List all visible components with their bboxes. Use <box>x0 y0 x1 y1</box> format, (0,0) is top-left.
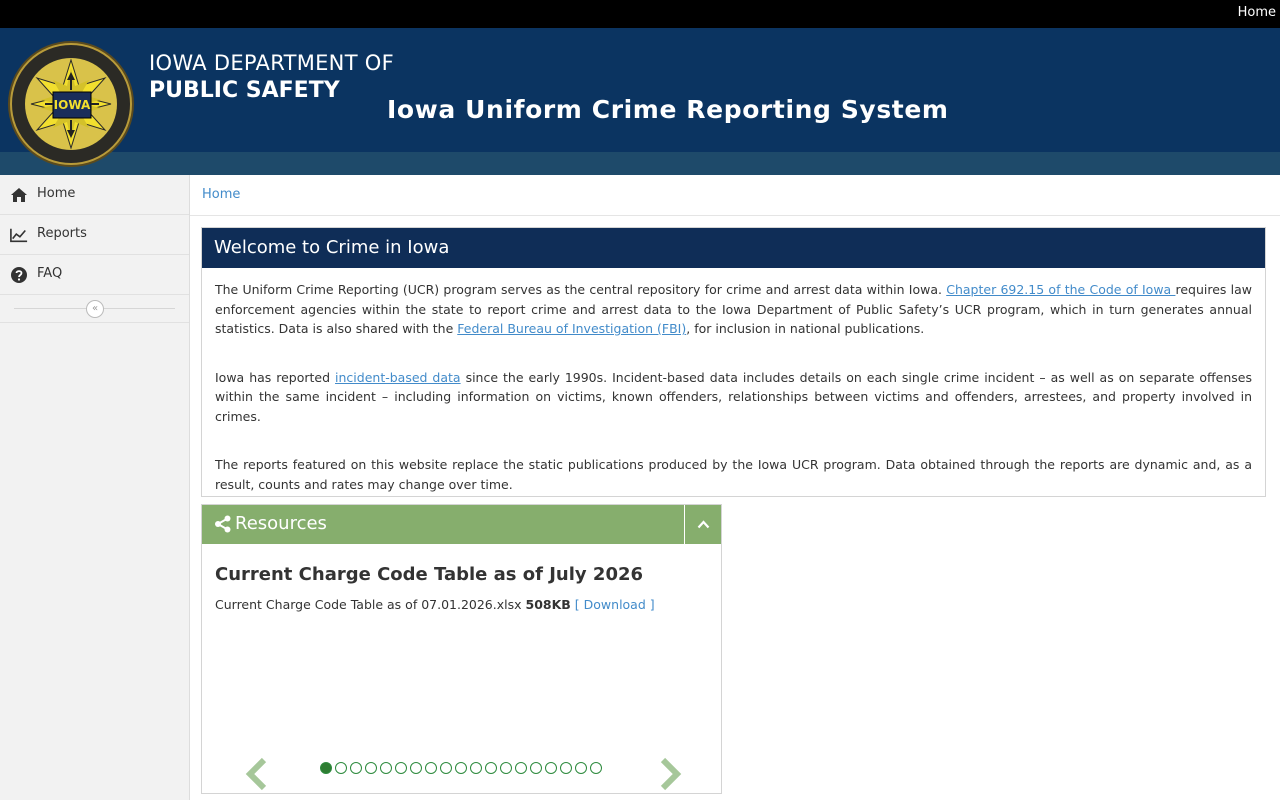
question-circle-icon <box>11 267 27 283</box>
welcome-panel: Welcome to Crime in Iowa The Uniform Cri… <box>201 227 1266 497</box>
carousel-dot[interactable] <box>320 762 332 774</box>
sidebar-item-home[interactable]: Home <box>0 175 189 215</box>
dps-seal-logo[interactable]: IOWA <box>7 40 135 168</box>
resources-title: Resources <box>235 513 327 534</box>
resources-header: Resources <box>202 505 721 544</box>
carousel-dot[interactable] <box>500 762 512 774</box>
carousel-dot[interactable] <box>530 762 542 774</box>
carousel-dot[interactable] <box>365 762 377 774</box>
breadcrumb: Home <box>190 175 1280 216</box>
carousel-dot[interactable] <box>440 762 452 774</box>
line-chart-icon <box>10 228 28 243</box>
welcome-body: The Uniform Crime Reporting (UCR) progra… <box>202 268 1265 535</box>
top-home-link[interactable]: Home <box>1238 5 1276 20</box>
slide-file-info: Current Charge Code Table as of 07.01.20… <box>215 597 655 612</box>
paragraph-text: The Uniform Crime Reporting (UCR) progra… <box>215 282 947 297</box>
carousel-dot[interactable] <box>410 762 422 774</box>
welcome-paragraph-1: The Uniform Crime Reporting (UCR) progra… <box>215 280 1252 339</box>
carousel-dot[interactable] <box>485 762 497 774</box>
welcome-paragraph-3: The reports featured on this website rep… <box>215 457 1252 492</box>
incident-based-data-link[interactable]: incident-based data <box>335 370 461 385</box>
welcome-title: Welcome to Crime in Iowa <box>202 228 1265 268</box>
slide-title: Current Charge Code Table as of July 202… <box>215 564 644 585</box>
code-of-iowa-link[interactable]: Chapter 692.15 of the Code of Iowa <box>946 282 1175 297</box>
carousel-dot[interactable] <box>470 762 482 774</box>
welcome-paragraph-2: Iowa has reported incident-based data si… <box>215 368 1252 427</box>
carousel-dot[interactable] <box>515 762 527 774</box>
carousel-dot[interactable] <box>590 762 602 774</box>
carousel-dot[interactable] <box>545 762 557 774</box>
paragraph-text: Iowa has reported <box>215 369 336 385</box>
carousel-dot[interactable] <box>380 762 392 774</box>
sidebar-item-label: FAQ <box>37 266 63 281</box>
carousel-next-arrow-icon[interactable] <box>657 757 683 791</box>
carousel-dot[interactable] <box>560 762 572 774</box>
sidebar-item-label: Reports <box>37 226 87 241</box>
carousel-dot[interactable] <box>425 762 437 774</box>
sidebar-collapse-row: « <box>0 295 189 323</box>
sidebar-item-label: Home <box>37 186 76 201</box>
breadcrumb-home-link[interactable]: Home <box>202 187 240 202</box>
carousel-dot[interactable] <box>455 762 467 774</box>
sidebar-collapse-button[interactable]: « <box>86 300 104 318</box>
file-name: Current Charge Code Table as of 07.01.20… <box>215 597 522 612</box>
download-link[interactable]: [ Download ] <box>575 597 655 612</box>
resources-panel: Resources Current Charge Code Table as o… <box>201 504 722 794</box>
resources-collapse-button[interactable] <box>684 505 721 544</box>
dept-name-line2: PUBLIC SAFETY <box>149 78 340 103</box>
dept-name-line1: IOWA DEPARTMENT OF <box>149 51 395 75</box>
carousel-dot[interactable] <box>395 762 407 774</box>
banner-strip <box>0 152 1280 175</box>
share-icon <box>215 515 231 533</box>
sidebar-item-reports[interactable]: Reports <box>0 215 189 255</box>
carousel-dot[interactable] <box>350 762 362 774</box>
carousel-prev-arrow-icon[interactable] <box>244 757 270 791</box>
carousel-dot[interactable] <box>335 762 347 774</box>
paragraph-text: , for inclusion in national publications… <box>686 321 925 336</box>
sidebar-item-faq[interactable]: FAQ <box>0 255 189 295</box>
home-icon <box>11 188 27 202</box>
system-title: Iowa Uniform Crime Reporting System <box>387 95 949 124</box>
top-bar: Home <box>0 0 1280 28</box>
sidebar: Home Reports FAQ « <box>0 175 190 800</box>
file-size: 508KB <box>525 597 571 612</box>
fbi-link[interactable]: Federal Bureau of Investigation (FBI) <box>457 321 686 336</box>
svg-text:IOWA: IOWA <box>54 98 91 112</box>
carousel-dot[interactable] <box>575 762 587 774</box>
chevron-up-icon <box>697 520 710 529</box>
